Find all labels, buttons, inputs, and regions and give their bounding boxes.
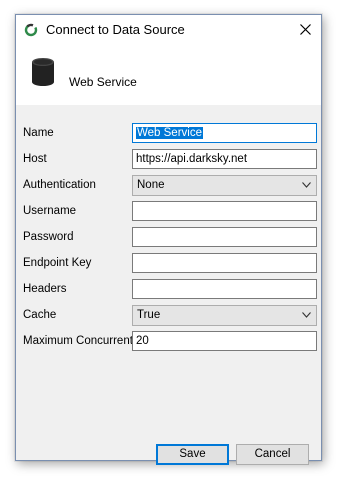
authentication-label: Authentication bbox=[23, 179, 96, 191]
username-label: Username bbox=[23, 205, 77, 217]
form-row-cache: Cache True bbox=[16, 305, 321, 327]
cancel-button[interactable]: Cancel bbox=[236, 444, 309, 465]
endpoint-key-input[interactable] bbox=[132, 253, 317, 273]
authentication-select-value: None bbox=[137, 179, 165, 191]
close-button[interactable] bbox=[289, 15, 321, 43]
button-row: Save Cancel bbox=[16, 444, 321, 466]
form-row-host: Host https://api.darksky.net bbox=[16, 149, 321, 171]
form-row-authentication: Authentication None bbox=[16, 175, 321, 197]
cache-label: Cache bbox=[23, 309, 57, 321]
database-icon bbox=[32, 58, 54, 86]
cache-select-value: True bbox=[137, 309, 161, 321]
password-input[interactable] bbox=[132, 227, 317, 247]
chevron-down-icon bbox=[302, 182, 311, 188]
form-row-name: Name Web Service bbox=[16, 123, 321, 145]
name-label: Name bbox=[23, 127, 54, 139]
password-label: Password bbox=[23, 231, 74, 243]
headers-label: Headers bbox=[23, 283, 67, 295]
max-concurrent-label: Maximum Concurrent bbox=[23, 335, 133, 347]
host-input[interactable]: https://api.darksky.net bbox=[132, 149, 317, 169]
connect-dialog: Connect to Data Source Web Service Name … bbox=[15, 14, 322, 465]
cache-select[interactable]: True bbox=[132, 305, 317, 326]
title-bar: Connect to Data Source bbox=[16, 15, 321, 45]
name-input-value: Web Service bbox=[136, 127, 203, 139]
form-row-password: Password bbox=[16, 227, 321, 249]
headers-input[interactable] bbox=[132, 279, 317, 299]
dialog-header: Web Service bbox=[16, 45, 321, 105]
data-source-type-label: Web Service bbox=[69, 75, 137, 89]
max-concurrent-input[interactable]: 20 bbox=[132, 331, 317, 351]
form-row-headers: Headers bbox=[16, 279, 321, 301]
chevron-down-icon bbox=[302, 312, 311, 318]
save-button[interactable]: Save bbox=[156, 444, 229, 465]
host-label: Host bbox=[23, 153, 47, 165]
authentication-select[interactable]: None bbox=[132, 175, 317, 196]
form-row-username: Username bbox=[16, 201, 321, 223]
form-row-endpoint-key: Endpoint Key bbox=[16, 253, 321, 275]
close-icon bbox=[299, 23, 311, 35]
form-area: Name Web Service Host https://api.darksk… bbox=[16, 105, 321, 465]
form-row-max-concurrent: Maximum Concurrent 20 bbox=[16, 331, 321, 353]
endpoint-key-label: Endpoint Key bbox=[23, 257, 92, 269]
username-input[interactable] bbox=[132, 201, 317, 221]
app-logo-icon bbox=[24, 23, 38, 37]
name-input[interactable]: Web Service bbox=[132, 123, 317, 143]
window-title: Connect to Data Source bbox=[46, 22, 185, 37]
